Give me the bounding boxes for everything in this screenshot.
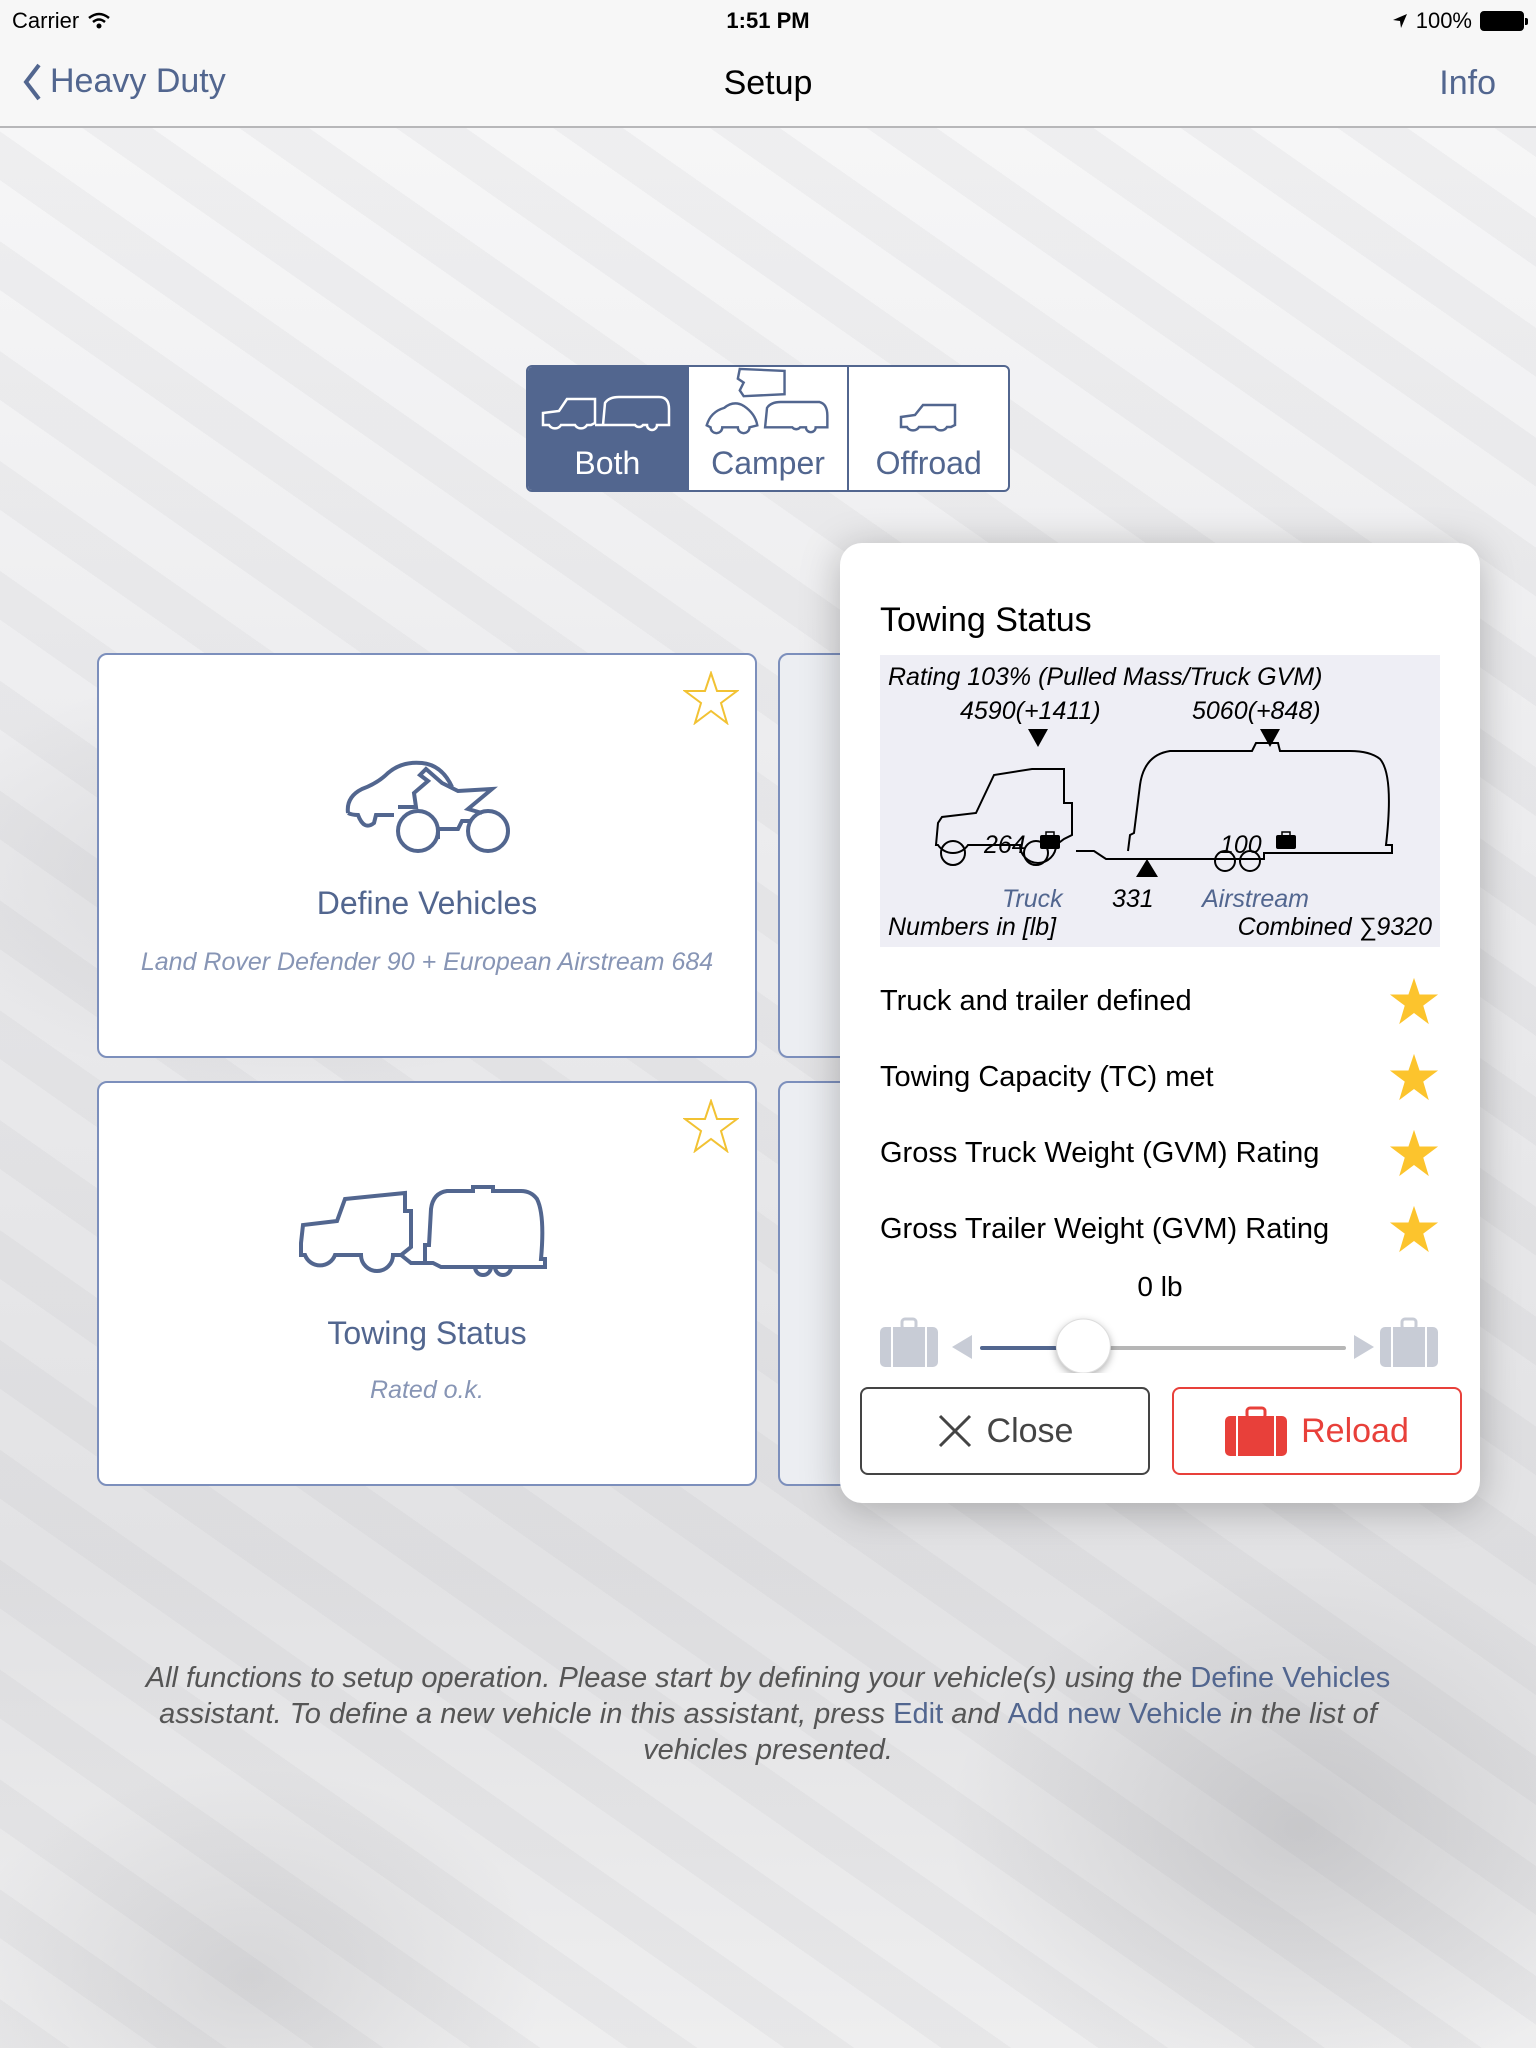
help-text-part: and	[943, 1698, 1008, 1730]
status-bar: Carrier 1:51 PM 100%	[0, 0, 1536, 40]
combined-weight: Combined ∑9320	[1237, 913, 1432, 941]
help-text: All functions to setup operation. Please…	[140, 1660, 1396, 1768]
check-label: Truck and trailer defined	[880, 984, 1192, 1017]
segment-both-label: Both	[574, 445, 641, 481]
trailer-label: Airstream	[1202, 885, 1309, 913]
close-button-label: Close	[986, 1411, 1074, 1450]
card-subtitle: Land Rover Defender 90 + European Airstr…	[140, 948, 714, 976]
help-text-part: All functions to setup operation. Please…	[145, 1662, 1191, 1694]
segment-offroad[interactable]: Offroad	[847, 367, 1008, 490]
edit-link[interactable]: Edit	[893, 1698, 943, 1730]
navigation-bar: Heavy Duty Setup Info	[0, 40, 1536, 128]
offroad-icon	[899, 403, 956, 432]
star-outline-icon[interactable]	[683, 1099, 739, 1153]
truck-trailer-drawing	[934, 729, 1393, 877]
truck-load: 264	[984, 831, 1026, 859]
camper-icon	[705, 367, 829, 435]
decrease-luggage-icon[interactable]	[880, 1317, 972, 1367]
check-label: Gross Truck Weight (GVM) Rating	[880, 1136, 1320, 1169]
vehicle-type-segmented-control: Both Camper Offroad	[526, 365, 1010, 492]
card-subtitle: Rated o.k.	[370, 1376, 484, 1404]
battery-icon	[1480, 11, 1528, 31]
help-text-part: assistant. To define a new vehicle in th…	[159, 1698, 894, 1730]
units-label: Numbers in [lb]	[888, 913, 1057, 941]
star-filled-icon	[1389, 1205, 1439, 1253]
checks-list: Truck and trailer defined Towing Capacit…	[880, 963, 1440, 1267]
slider-value-label: 0 lb	[1137, 1271, 1183, 1302]
page-title: Setup	[723, 64, 813, 102]
trailer-load: 100	[1220, 831, 1262, 859]
check-row: Gross Truck Weight (GVM) Rating	[880, 1115, 1440, 1191]
luggage-icon	[1225, 1406, 1288, 1456]
reload-button-label: Reload	[1301, 1411, 1409, 1450]
reload-button[interactable]: Reload	[1172, 1387, 1462, 1475]
close-icon	[938, 1414, 971, 1448]
tongue-weight-arrow	[1136, 859, 1158, 877]
define-vehicles-card[interactable]: Define Vehicles Land Rover Defender 90 +…	[97, 653, 757, 1058]
truck-label: Truck	[1002, 885, 1063, 913]
towing-status-card[interactable]: Towing Status Rated o.k.	[97, 1081, 757, 1486]
define-vehicles-link[interactable]: Define Vehicles	[1190, 1662, 1390, 1694]
card-title: Define Vehicles	[316, 885, 538, 921]
towing-status-popover: Towing Status Rating 103% (Pulled Mass/T…	[840, 543, 1480, 1503]
star-filled-icon	[1389, 1129, 1439, 1177]
increase-luggage-icon[interactable]	[1354, 1317, 1438, 1367]
truck-trailer-icon	[299, 1185, 547, 1277]
add-new-vehicle-link[interactable]: Add new Vehicle	[1008, 1698, 1222, 1730]
slider-thumb[interactable]	[1055, 1318, 1111, 1374]
tongue-weight: 331	[1112, 885, 1154, 913]
segment-camper-label: Camper	[711, 445, 825, 481]
segment-offroad-label: Offroad	[875, 445, 982, 481]
popover-title: Towing Status	[880, 601, 1092, 639]
car-motorcycle-icon	[345, 760, 510, 853]
truck-load-luggage-icon	[1040, 831, 1060, 849]
check-row: Towing Capacity (TC) met	[880, 1039, 1440, 1115]
load-slider[interactable]	[880, 1313, 1440, 1374]
truck-trailer-icon	[542, 395, 671, 432]
star-filled-icon	[1389, 977, 1439, 1025]
star-filled-icon	[1389, 1053, 1439, 1101]
check-row: Truck and trailer defined	[880, 963, 1440, 1039]
segment-camper[interactable]: Camper	[686, 367, 848, 490]
check-label: Towing Capacity (TC) met	[880, 1060, 1214, 1093]
card-title: Towing Status	[327, 1315, 527, 1351]
trailer-weight-arrow	[1260, 729, 1280, 747]
battery-percentage: 100%	[1415, 8, 1472, 33]
trailer-load-luggage-icon	[1276, 831, 1296, 849]
clock: 1:51 PM	[726, 8, 810, 33]
info-button[interactable]: Info	[1439, 64, 1496, 103]
star-outline-icon[interactable]	[683, 671, 739, 725]
location-arrow-icon	[1392, 14, 1407, 28]
towing-diagram: Rating 103% (Pulled Mass/Truck GVM) 4590…	[880, 655, 1440, 947]
check-label: Gross Trailer Weight (GVM) Rating	[880, 1212, 1330, 1245]
check-row: Gross Trailer Weight (GVM) Rating	[880, 1191, 1440, 1267]
truck-weight-arrow	[1028, 729, 1048, 747]
segment-both[interactable]: Both	[528, 367, 687, 490]
close-button[interactable]: Close	[860, 1387, 1150, 1475]
